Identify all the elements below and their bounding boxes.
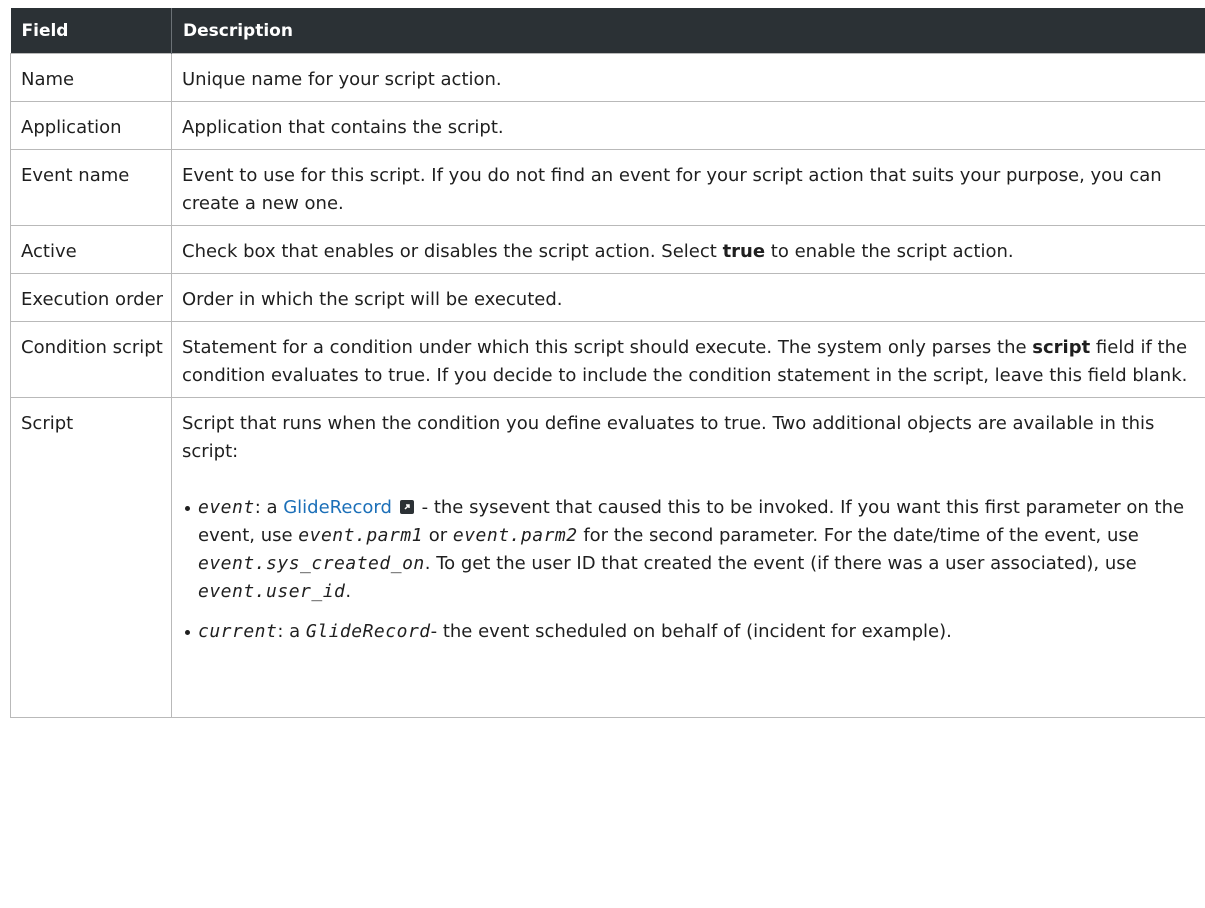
code-event: event (198, 497, 255, 518)
desc-text: for the second parameter. For the date/t… (577, 525, 1139, 546)
field-name: Script (10, 397, 172, 718)
objects-list: event: a GlideRecord - the sysevent that… (182, 494, 1205, 646)
table-row: Name Unique name for your script action. (10, 53, 1205, 102)
code-event-sys-created-on: event.sys_created_on (198, 553, 425, 574)
desc-bold: script (1032, 337, 1091, 358)
desc-text: - the event scheduled on behalf of (inci… (430, 621, 952, 642)
desc-bold: true (722, 241, 766, 262)
code-event-parm1: event.parm1 (298, 525, 424, 546)
field-description: Order in which the script will be execut… (171, 273, 1205, 322)
desc-text: Statement for a condition under which th… (182, 337, 1033, 358)
table-row: Execution order Order in which the scrip… (10, 273, 1205, 322)
desc-text: : a (254, 497, 284, 518)
gliderecord-link[interactable]: GlideRecord (283, 497, 392, 518)
bullet (185, 630, 190, 635)
table-header-row: Field Description (10, 8, 1205, 54)
field-description: Unique name for your script action. (171, 53, 1205, 102)
field-description: Script that runs when the condition you … (171, 397, 1205, 718)
desc-text: to enable the script action. (765, 241, 1014, 262)
list-item: current: a GlideRecord- the event schedu… (182, 618, 1205, 646)
table-row: Event name Event to use for this script.… (10, 149, 1205, 226)
fields-table: Field Description Name Unique name for y… (10, 8, 1205, 718)
desc-text: or (423, 525, 453, 546)
header-field: Field (10, 8, 172, 54)
code-current: current (198, 621, 278, 642)
table-row: Active Check box that enables or disable… (10, 225, 1205, 274)
code-event-parm2: event.parm2 (452, 525, 578, 546)
field-name: Application (10, 101, 172, 150)
header-description: Description (171, 8, 1205, 54)
desc-text: Script that runs when the condition you … (182, 413, 1155, 462)
table-row: Script Script that runs when the conditi… (10, 397, 1205, 718)
field-name: Name (10, 53, 172, 102)
desc-text: . To get the user ID that created the ev… (424, 553, 1137, 574)
bullet (185, 506, 190, 511)
desc-text: : a (277, 621, 306, 642)
code-event-user-id: event.user_id (198, 581, 346, 602)
field-description: Event to use for this script. If you do … (171, 149, 1205, 226)
field-description: Application that contains the script. (171, 101, 1205, 150)
desc-text: Check box that enables or disables the s… (182, 241, 723, 262)
document-page: Field Description Name Unique name for y… (0, 0, 1205, 908)
field-name: Event name (10, 149, 172, 226)
field-name: Condition script (10, 321, 172, 398)
field-name: Execution order (10, 273, 172, 322)
field-name: Active (10, 225, 172, 274)
table-row: Condition script Statement for a conditi… (10, 321, 1205, 398)
list-item: event: a GlideRecord - the sysevent that… (182, 494, 1205, 606)
code-gliderecord: GlideRecord (305, 621, 431, 642)
field-description: Statement for a condition under which th… (171, 321, 1205, 398)
external-link-icon[interactable] (399, 500, 414, 514)
desc-text: . (345, 581, 352, 602)
field-description: Check box that enables or disables the s… (171, 225, 1205, 274)
table-row: Application Application that contains th… (10, 101, 1205, 150)
